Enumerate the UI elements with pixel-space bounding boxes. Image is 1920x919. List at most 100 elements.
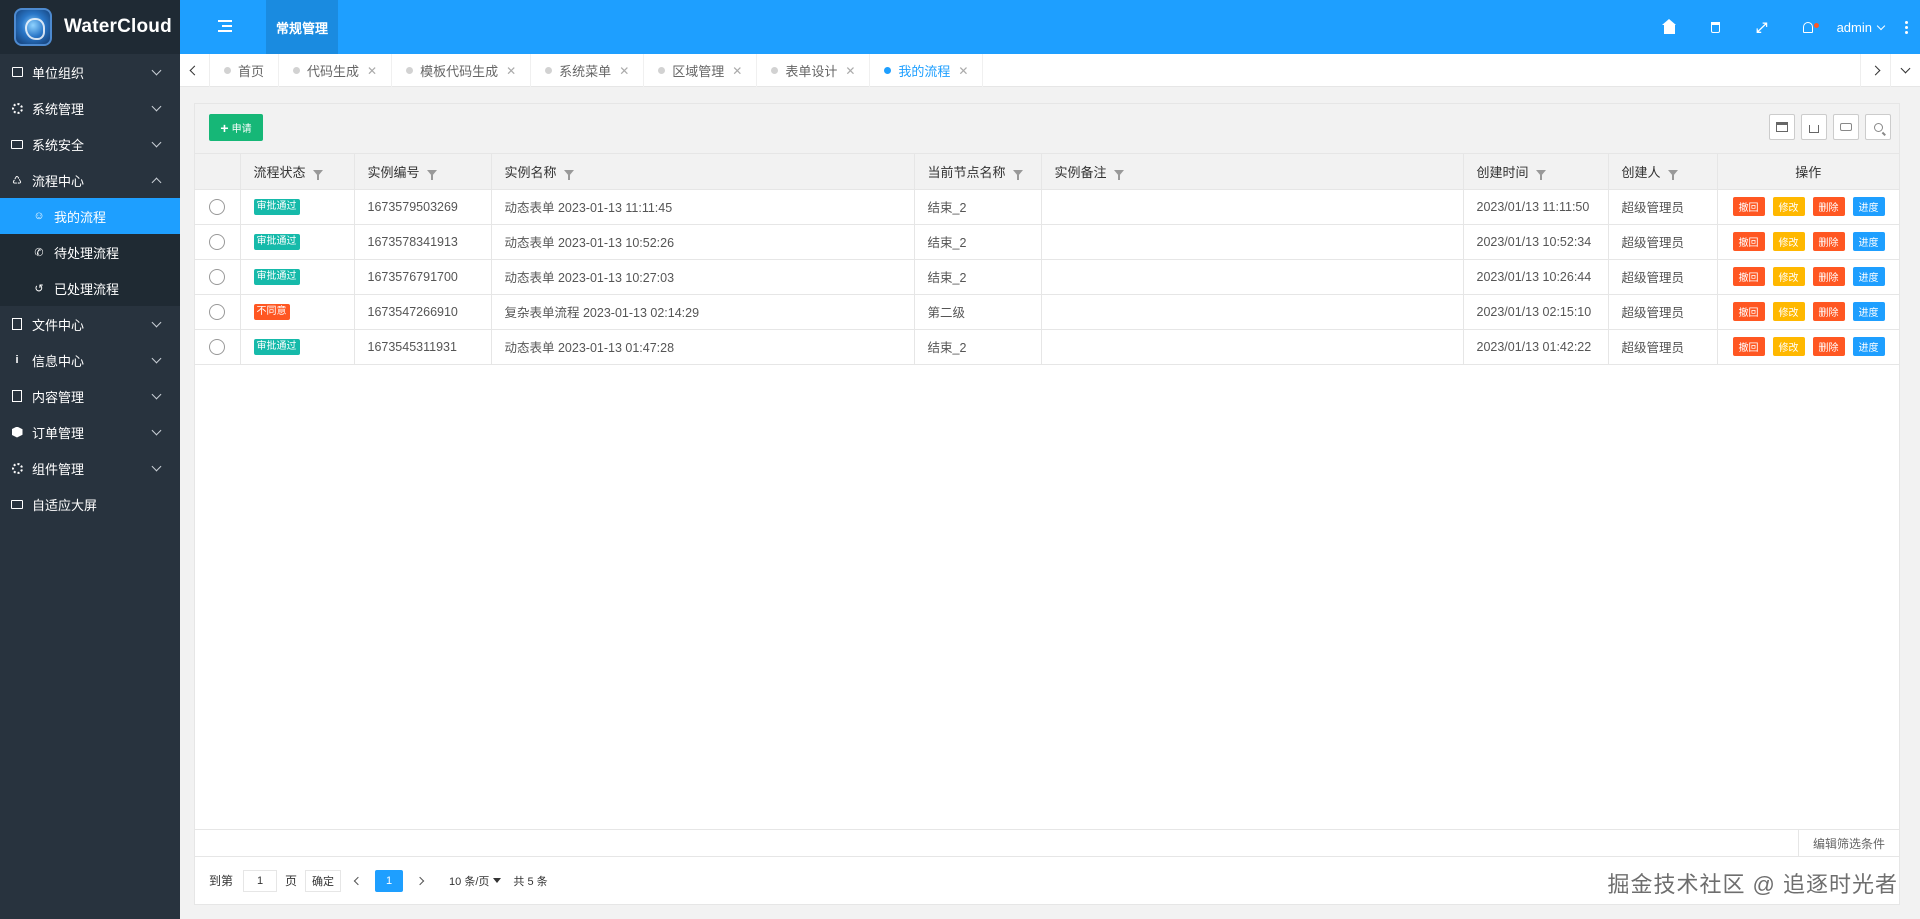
close-icon[interactable]: ✕ bbox=[732, 64, 742, 78]
more-icon[interactable] bbox=[1892, 0, 1920, 54]
sidebar-item-system[interactable]: 系统管理 bbox=[0, 90, 180, 126]
progress-button[interactable]: 进度 bbox=[1852, 267, 1885, 286]
edit-filter-button[interactable]: 编辑筛选条件 bbox=[1797, 830, 1899, 856]
row-select[interactable] bbox=[195, 329, 241, 365]
radio-button[interactable] bbox=[209, 233, 226, 250]
row-select[interactable] bbox=[195, 189, 241, 225]
revoke-button[interactable]: 撤回 bbox=[1732, 197, 1765, 216]
tab-codegen[interactable]: 代码生成 ✕ bbox=[279, 54, 393, 87]
sidebar-subitem-done[interactable]: ↺ 已处理流程 bbox=[0, 270, 180, 306]
sidebar-item-components[interactable]: 组件管理 bbox=[0, 450, 180, 486]
delete-button[interactable]: 删除 bbox=[1812, 267, 1845, 286]
column-header[interactable]: 实例名称 bbox=[491, 154, 915, 190]
sidebar-item-orders[interactable]: 订单管理 bbox=[0, 414, 180, 450]
search-button[interactable] bbox=[1865, 114, 1891, 140]
current-page[interactable]: 1 bbox=[375, 869, 404, 892]
sidebar-item-files[interactable]: 文件中心 bbox=[0, 306, 180, 342]
row-select[interactable] bbox=[195, 294, 241, 330]
sidebar-item-info[interactable]: i 信息中心 bbox=[0, 342, 180, 378]
table-row[interactable]: 审批通过 1673578341913 动态表单 2023-01-13 10:52… bbox=[195, 224, 1899, 260]
progress-button[interactable]: 进度 bbox=[1852, 232, 1885, 251]
sidebar-item-flow[interactable]: ♺ 流程中心 bbox=[0, 162, 180, 198]
delete-button[interactable]: 删除 bbox=[1812, 197, 1845, 216]
export-button[interactable] bbox=[1801, 114, 1827, 140]
revoke-button[interactable]: 撤回 bbox=[1732, 337, 1765, 356]
goto-page-input[interactable]: 1 bbox=[243, 869, 278, 892]
tab-template-codegen[interactable]: 模板代码生成 ✕ bbox=[392, 54, 532, 87]
column-header[interactable]: 当前节点名称 bbox=[914, 154, 1042, 190]
filter-icon[interactable] bbox=[312, 170, 323, 181]
table-row[interactable]: 审批通过 1673576791700 动态表单 2023-01-13 10:27… bbox=[195, 259, 1899, 295]
close-icon[interactable]: ✕ bbox=[367, 64, 377, 78]
menu-toggle-icon[interactable] bbox=[218, 20, 232, 32]
progress-button[interactable]: 进度 bbox=[1852, 197, 1885, 216]
filter-icon[interactable] bbox=[1012, 170, 1023, 181]
edit-button[interactable]: 修改 bbox=[1772, 302, 1805, 321]
clear-cache-icon[interactable] bbox=[1693, 0, 1739, 54]
sidebar-item-content[interactable]: 内容管理 bbox=[0, 378, 180, 414]
tab-home[interactable]: 首页 bbox=[210, 54, 280, 87]
filter-icon[interactable] bbox=[1667, 170, 1678, 181]
table-row[interactable]: 不同意 1673547266910 复杂表单流程 2023-01-13 02:1… bbox=[195, 294, 1899, 330]
row-select[interactable] bbox=[195, 259, 241, 295]
home-icon[interactable] bbox=[1647, 0, 1693, 54]
next-page-button[interactable] bbox=[409, 870, 431, 892]
revoke-button[interactable]: 撤回 bbox=[1732, 267, 1765, 286]
row-select[interactable] bbox=[195, 224, 241, 260]
sidebar-subitem-pending[interactable]: ✆ 待处理流程 bbox=[0, 234, 180, 270]
page-size-select[interactable]: 10 条/页 bbox=[449, 870, 502, 892]
tabs-scroll-left[interactable] bbox=[180, 54, 210, 87]
edit-button[interactable]: 修改 bbox=[1772, 232, 1805, 251]
tabs-options[interactable] bbox=[1890, 54, 1920, 87]
prev-page-button[interactable] bbox=[347, 870, 369, 892]
delete-button[interactable]: 删除 bbox=[1812, 232, 1845, 251]
revoke-button[interactable]: 撤回 bbox=[1732, 232, 1765, 251]
tab-my-flow[interactable]: 我的流程 ✕ bbox=[870, 54, 984, 87]
close-icon[interactable]: ✕ bbox=[845, 64, 855, 78]
column-header[interactable]: 流程状态 bbox=[240, 154, 355, 190]
tab-system-menu[interactable]: 系统菜单 ✕ bbox=[531, 54, 645, 87]
print-button[interactable] bbox=[1833, 114, 1859, 140]
sidebar-item-security[interactable]: 系统安全 bbox=[0, 126, 180, 162]
table-row[interactable]: 审批通过 1673579503269 动态表单 2023-01-13 11:11… bbox=[195, 189, 1899, 225]
delete-button[interactable]: 删除 bbox=[1812, 302, 1845, 321]
table-row[interactable]: 审批通过 1673545311931 动态表单 2023-01-13 01:47… bbox=[195, 329, 1899, 365]
edit-button[interactable]: 修改 bbox=[1772, 337, 1805, 356]
progress-button[interactable]: 进度 bbox=[1852, 302, 1885, 321]
sidebar-item-screen[interactable]: 自适应大屏 bbox=[0, 486, 180, 522]
radio-button[interactable] bbox=[209, 303, 226, 320]
filter-icon[interactable] bbox=[1113, 170, 1124, 181]
revoke-button[interactable]: 撤回 bbox=[1732, 302, 1765, 321]
goto-confirm-button[interactable]: 确定 bbox=[305, 869, 342, 892]
status-cell: 不同意 bbox=[240, 294, 355, 330]
tab-area[interactable]: 区域管理 ✕ bbox=[644, 54, 758, 87]
sidebar-subitem-my-flow[interactable]: ☺ 我的流程 bbox=[0, 198, 180, 234]
radio-button[interactable] bbox=[209, 198, 226, 215]
sidebar-item-org[interactable]: 单位组织 bbox=[0, 54, 180, 90]
tab-form-design[interactable]: 表单设计 ✕ bbox=[757, 54, 871, 87]
close-icon[interactable]: ✕ bbox=[506, 64, 516, 78]
logo[interactable]: WaterCloud bbox=[0, 0, 180, 54]
filter-icon[interactable] bbox=[1535, 170, 1546, 181]
edit-button[interactable]: 修改 bbox=[1772, 197, 1805, 216]
tabs-scroll-right[interactable] bbox=[1860, 54, 1890, 87]
user-menu[interactable]: admin bbox=[1831, 20, 1892, 35]
bell-icon[interactable] bbox=[1785, 0, 1831, 54]
column-header[interactable]: 实例编号 bbox=[354, 154, 492, 190]
column-header[interactable]: 创建人 bbox=[1608, 154, 1718, 190]
columns-filter-button[interactable] bbox=[1769, 114, 1795, 140]
filter-icon[interactable] bbox=[426, 170, 437, 181]
delete-button[interactable]: 删除 bbox=[1812, 337, 1845, 356]
filter-icon[interactable] bbox=[563, 170, 574, 181]
close-icon[interactable]: ✕ bbox=[619, 64, 629, 78]
column-header[interactable]: 创建时间 bbox=[1463, 154, 1609, 190]
column-header[interactable]: 实例备注 bbox=[1041, 154, 1464, 190]
progress-button[interactable]: 进度 bbox=[1852, 337, 1885, 356]
header-section-tab[interactable]: 常规管理 bbox=[266, 0, 338, 54]
apply-button[interactable]: + 申请 bbox=[209, 114, 263, 141]
close-icon[interactable]: ✕ bbox=[958, 64, 968, 78]
fullscreen-icon[interactable]: ⤢ bbox=[1739, 0, 1785, 54]
edit-button[interactable]: 修改 bbox=[1772, 267, 1805, 286]
radio-button[interactable] bbox=[209, 268, 226, 285]
radio-button[interactable] bbox=[209, 338, 226, 355]
